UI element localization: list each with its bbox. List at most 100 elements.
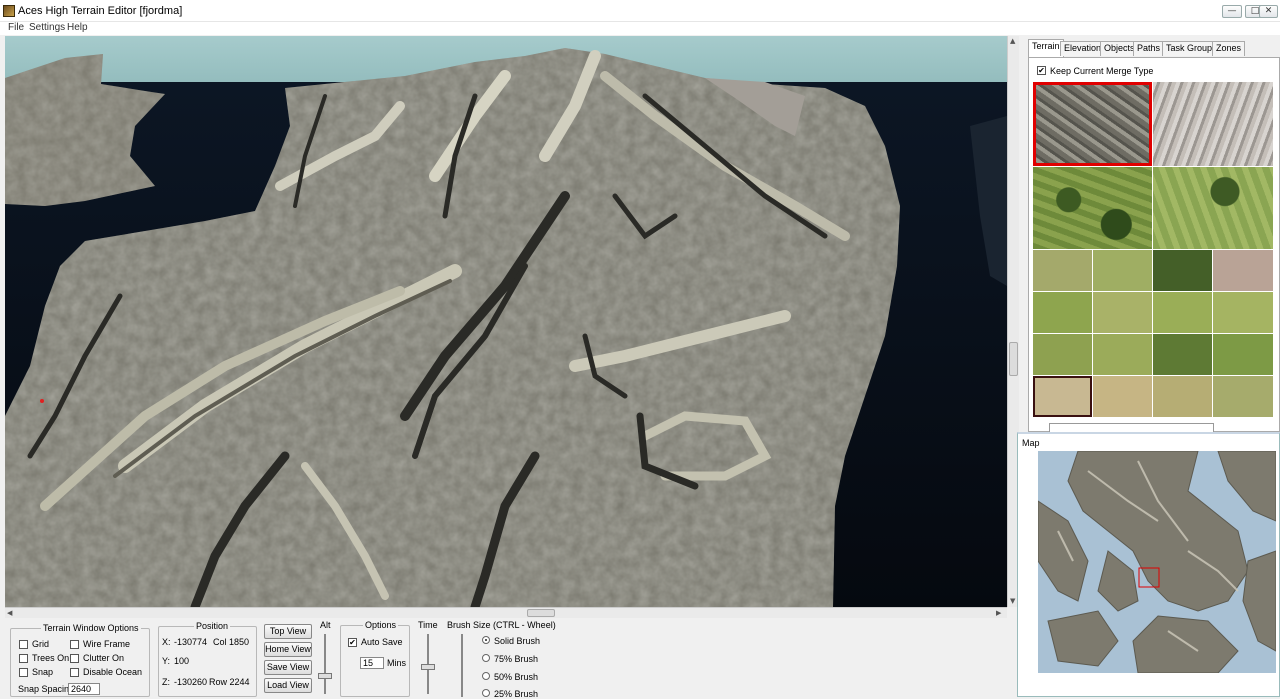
tab-zones[interactable]: Zones — [1212, 41, 1246, 56]
brush-50-label: 50% Brush — [494, 672, 539, 682]
snap-spacing-label: Snap Spacing — [18, 684, 75, 694]
app-icon — [3, 5, 15, 17]
position-group: Position X: -130774 Col 1850 Y: 100 Z: -… — [158, 621, 257, 697]
load-view-button[interactable]: Load View — [264, 678, 312, 693]
snap-spacing-input[interactable]: 2640 — [68, 683, 100, 695]
scroll-down-icon[interactable]: ▼ — [1010, 597, 1015, 605]
vertical-scroll-thumb[interactable] — [1009, 342, 1018, 376]
texture-swatch-grass-10[interactable] — [1213, 376, 1273, 417]
tab-paths[interactable]: Paths — [1133, 41, 1165, 56]
z-value: -130260 — [174, 677, 208, 687]
alt-slider-track[interactable] — [324, 634, 326, 694]
grid-label: Grid — [32, 639, 50, 649]
brush-75-radio[interactable] — [482, 654, 490, 662]
scroll-up-icon[interactable]: ▲ — [1010, 37, 1015, 45]
col-value: Col 1850 — [213, 637, 250, 647]
solid-brush-label: Solid Brush — [494, 636, 541, 646]
texture-swatch-grass-4[interactable] — [1093, 292, 1152, 333]
menu-bar: File Settings Help — [0, 22, 1280, 35]
texture-swatch-sand-2[interactable] — [1093, 376, 1152, 417]
brush-25-radio[interactable] — [482, 689, 490, 697]
keep-merge-label: Keep Current Merge Type — [1050, 66, 1154, 76]
texture-swatch-grass-7[interactable] — [1033, 334, 1092, 375]
position-title: Position — [194, 621, 231, 631]
tab-terrain[interactable]: Terrain — [1028, 39, 1064, 57]
texture-swatch-dark-forest[interactable] — [1153, 250, 1212, 291]
minimap[interactable] — [1038, 451, 1276, 673]
time-label: Time — [418, 620, 438, 630]
texture-swatch-dirt[interactable] — [1213, 250, 1273, 291]
minimize-button[interactable]: — — [1222, 5, 1242, 18]
brush-50-radio[interactable] — [482, 672, 490, 680]
terrain-tab-content: ✔ Keep Current Merge Type — [1028, 57, 1280, 433]
cursor-marker — [40, 399, 44, 403]
menu-file[interactable]: File — [8, 22, 24, 33]
alt-slider-thumb[interactable] — [318, 673, 332, 679]
trees-on-checkbox[interactable] — [19, 654, 28, 663]
scroll-left-icon[interactable]: ◀ — [7, 609, 12, 617]
title-bar: Aces High Terrain Editor [fjordma] — □ ✕ — [0, 0, 1280, 22]
grid-checkbox[interactable] — [19, 640, 28, 649]
snap-label: Snap — [32, 667, 54, 677]
mins-label: Mins — [387, 658, 407, 668]
menu-settings[interactable]: Settings — [29, 22, 65, 33]
texture-swatch-grass-5[interactable] — [1153, 292, 1212, 333]
x-value: -130774 — [174, 637, 208, 647]
texture-swatch-forest-patch[interactable] — [1033, 167, 1152, 249]
texture-swatch-grass-3[interactable] — [1033, 292, 1092, 333]
map-panel: Map — [1017, 432, 1280, 697]
texture-swatch-grass-9[interactable] — [1213, 334, 1273, 375]
terrain-viewport[interactable] — [5, 36, 1007, 607]
brush-slider-track[interactable] — [461, 634, 463, 697]
solid-brush-radio[interactable] — [482, 636, 490, 644]
viewport-horizontal-scrollbar[interactable]: ◀ ▶ — [5, 607, 1007, 618]
trees-on-label: Trees On — [32, 653, 70, 663]
x-label: X: — [162, 637, 171, 647]
texture-swatch-grass-6[interactable] — [1213, 292, 1273, 333]
auto-save-label: Auto Save — [361, 637, 403, 647]
clutter-on-checkbox[interactable] — [70, 654, 79, 663]
top-view-button[interactable]: Top View — [264, 624, 312, 639]
close-button[interactable]: ✕ — [1259, 5, 1278, 18]
save-view-button[interactable]: Save View — [264, 660, 312, 675]
y-label: Y: — [162, 656, 171, 666]
row-value: Row 2244 — [209, 677, 250, 687]
snap-checkbox[interactable] — [19, 668, 28, 677]
home-view-button[interactable]: Home View — [264, 642, 312, 657]
wire-frame-label: Wire Frame — [83, 639, 130, 649]
texture-swatch-sand-3[interactable] — [1153, 376, 1212, 417]
disable-ocean-checkbox[interactable] — [70, 668, 79, 677]
disable-ocean-label: Disable Ocean — [83, 667, 143, 677]
y-value: 100 — [174, 656, 190, 666]
bottom-toolbar: Terrain Window Options Grid Wire Frame T… — [0, 618, 1017, 699]
scroll-right-icon[interactable]: ▶ — [996, 609, 1001, 617]
alt-label: Alt — [320, 620, 331, 630]
brush-75-label: 75% Brush — [494, 654, 539, 664]
texture-swatch-rock-selected[interactable] — [1033, 82, 1152, 166]
window-title: Aces High Terrain Editor [fjordma] — [18, 5, 183, 17]
keep-merge-checkbox[interactable]: ✔ — [1037, 66, 1046, 75]
time-slider-thumb[interactable] — [421, 664, 435, 670]
horizontal-scroll-thumb[interactable] — [527, 609, 555, 617]
texture-swatch-farmland[interactable] — [1153, 167, 1273, 249]
auto-save-checkbox[interactable]: ✔ — [348, 638, 357, 647]
texture-swatch-forest-2[interactable] — [1153, 334, 1212, 375]
menu-help[interactable]: Help — [67, 22, 88, 33]
z-label: Z: — [162, 677, 170, 687]
texture-swatch-grass-8[interactable] — [1093, 334, 1152, 375]
texture-swatch-sand-selected[interactable] — [1033, 376, 1092, 417]
clutter-on-label: Clutter On — [83, 653, 125, 663]
options-group: Options ✔ Auto Save 15 Mins — [340, 620, 410, 697]
minimap-render — [1038, 451, 1276, 673]
texture-swatch-grass-1[interactable] — [1033, 250, 1092, 291]
brush-size-title: Brush Size (CTRL - Wheel) — [447, 620, 556, 630]
wire-frame-checkbox[interactable] — [70, 640, 79, 649]
terrain-window-options-group: Terrain Window Options Grid Wire Frame T… — [10, 623, 150, 697]
texture-palette — [1033, 82, 1273, 418]
auto-save-minutes-input[interactable]: 15 — [360, 657, 384, 669]
texture-swatch-pale-rock[interactable] — [1153, 82, 1273, 166]
terrain-window-options-title: Terrain Window Options — [41, 623, 141, 633]
terrain-render — [5, 36, 1007, 607]
texture-swatch-grass-2[interactable] — [1093, 250, 1152, 291]
map-title: Map — [1022, 438, 1040, 448]
